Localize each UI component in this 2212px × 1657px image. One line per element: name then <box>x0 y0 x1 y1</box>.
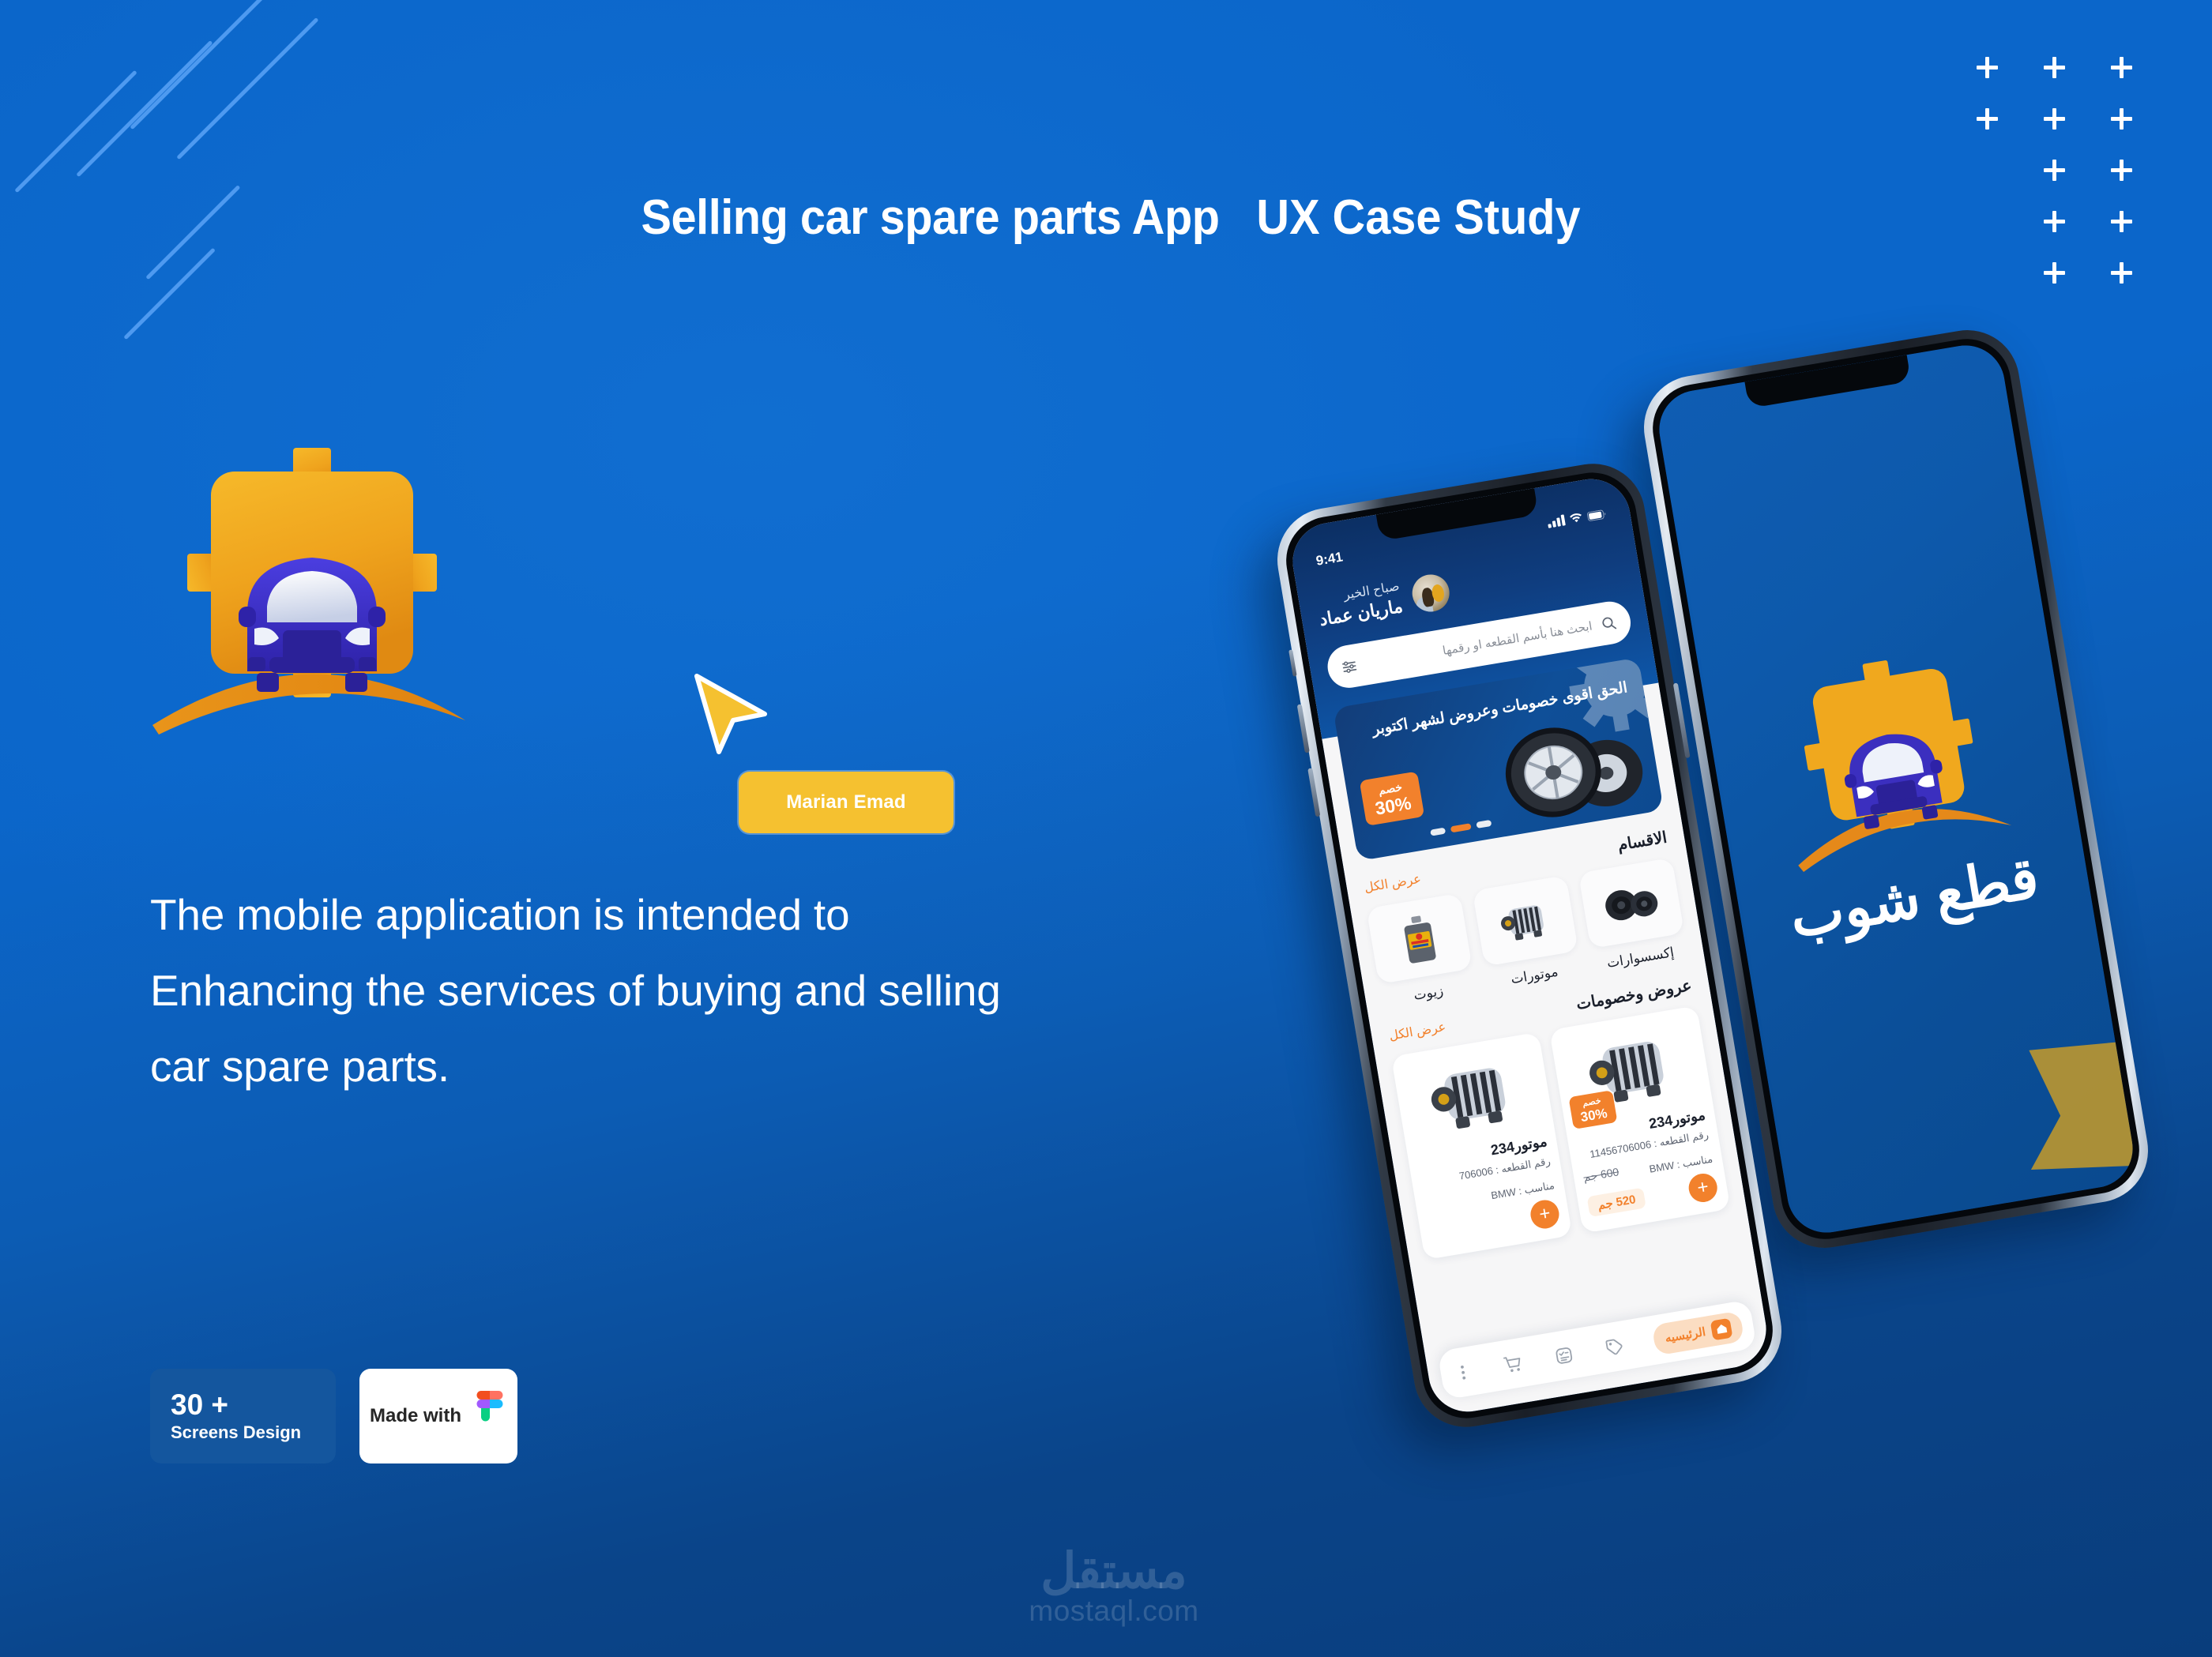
badge-row: 30 + Screens Design Made with <box>150 1369 517 1463</box>
watermark-domain: mostaql.com <box>1029 1595 1199 1627</box>
figma-logo-icon <box>476 1391 503 1422</box>
user-avatar[interactable] <box>1409 572 1452 615</box>
hero-heading: Selling car spare parts App UX Case Stud… <box>0 158 2212 246</box>
tag-icon[interactable] <box>1602 1335 1627 1359</box>
gear-car-logo-icon <box>1798 660 2012 873</box>
promo-carousel-dots[interactable] <box>1430 819 1492 836</box>
more-dots-icon[interactable] <box>1450 1360 1475 1385</box>
author-name-button[interactable]: Marian Emad <box>739 772 954 833</box>
hero-title-line1: Selling car spare parts App <box>641 190 1220 245</box>
plus-icon <box>2044 108 2065 130</box>
screens-count-label: Screens Design <box>171 1422 302 1442</box>
offers-see-all-link[interactable]: عرض الكل <box>1388 1019 1447 1044</box>
categories-see-all-link[interactable]: عرض الكل <box>1363 870 1422 896</box>
home-icon <box>1710 1317 1733 1340</box>
product-list: خصم 30% موتور234 رقم القطعه : 1145670600… <box>1390 1005 1731 1261</box>
product-new-price: 520 جم <box>1586 1187 1647 1218</box>
add-to-cart-button[interactable]: + <box>1528 1197 1562 1231</box>
cart-icon[interactable] <box>1501 1351 1525 1376</box>
category-label: زيوت <box>1413 983 1445 1003</box>
category-item-oils[interactable]: زيوت <box>1366 892 1477 1009</box>
gold-accent-shape <box>2011 1032 2139 1185</box>
phone-mockups: قطع شوب 9:41 صباح الخير ماريان عماد ابحث… <box>1270 322 2180 1611</box>
product-image <box>1401 1041 1544 1150</box>
plus-icon <box>2044 262 2065 284</box>
alternator-icon <box>1431 1068 1505 1129</box>
search-input-placeholder[interactable]: ابحث هنا بأسم القطعه او رقمها <box>1365 618 1593 671</box>
app-body: الحق اقوى خصومات وعروض لشهر اكتوبر خصم 3… <box>1317 655 1746 1263</box>
category-item-motors[interactable]: موتورات <box>1472 875 1583 991</box>
carousel-dot-active[interactable] <box>1450 823 1472 833</box>
plus-row <box>1977 57 2132 78</box>
plus-icon <box>2111 57 2132 78</box>
category-icon-box <box>1472 875 1578 967</box>
plus-icon <box>1977 57 1998 78</box>
decorative-stripe <box>123 247 216 340</box>
car-speakers-icon <box>1605 889 1658 920</box>
product-card[interactable]: خصم 30% موتور234 رقم القطعه : 1145670600… <box>1549 1005 1731 1234</box>
product-old-price: 600 جم <box>1582 1165 1620 1184</box>
cellular-signal-icon <box>1547 514 1566 528</box>
greeting-text: صباح الخير ماريان عماد <box>1315 578 1405 632</box>
category-label: إكسسوارات <box>1605 945 1676 971</box>
product-discount-value: 30% <box>1579 1105 1608 1125</box>
categories-title: الاقسام <box>1616 828 1668 855</box>
plus-icon <box>2111 262 2132 284</box>
status-bar-time: 9:41 <box>1315 549 1345 569</box>
plus-icon <box>1977 108 1998 130</box>
alternator-icon <box>1500 904 1544 940</box>
product-fits: مناسب : BMW <box>1648 1152 1714 1175</box>
plus-icon <box>2111 108 2132 130</box>
plus-row <box>1977 108 2132 130</box>
category-label: موتورات <box>1510 964 1559 987</box>
carousel-dot[interactable] <box>1430 827 1446 836</box>
made-with-figma-badge: Made with <box>359 1369 517 1463</box>
mostaql-watermark: مستقل mostaql.com <box>984 1544 1244 1628</box>
hero-title-line2: UX Case Study <box>1256 190 1581 245</box>
battery-icon <box>1586 509 1606 521</box>
category-icon-box <box>1578 857 1685 949</box>
list-check-icon[interactable] <box>1552 1343 1576 1367</box>
product-fits: مناسب : BMW <box>1490 1179 1556 1202</box>
made-with-label: Made with <box>369 1405 461 1426</box>
hero-description: The mobile application is intended to En… <box>150 890 1001 1091</box>
watermark-arabic: مستقل <box>1040 1544 1187 1599</box>
gear-car-logo-icon <box>152 448 465 735</box>
status-bar-icons <box>1547 508 1607 528</box>
promo-discount-badge: خصم 30% <box>1359 771 1425 826</box>
tires-image <box>1505 727 1643 817</box>
screens-count-badge: 30 + Screens Design <box>150 1369 336 1463</box>
tab-home-label: الرئيسيه <box>1664 1325 1707 1346</box>
search-icon <box>1602 617 1617 629</box>
plus-icon <box>2044 57 2065 78</box>
add-to-cart-button[interactable]: + <box>1686 1171 1720 1204</box>
filter-sliders-icon[interactable] <box>1341 658 1358 675</box>
oil-bottle-icon <box>1404 915 1436 963</box>
bottom-tab-bar: الرئيسيه <box>1437 1299 1758 1400</box>
category-icon-box <box>1366 892 1473 985</box>
category-item-accessories[interactable]: إكسسوارات <box>1578 857 1689 974</box>
cursor-arrow-icon <box>694 674 767 754</box>
author-name-label: Marian Emad <box>786 791 906 813</box>
plus-row <box>2044 262 2132 284</box>
carousel-dot[interactable] <box>1476 819 1492 828</box>
wifi-icon <box>1570 513 1582 523</box>
tab-home[interactable]: الرئيسيه <box>1651 1309 1745 1356</box>
product-card[interactable]: موتور234 رقم القطعه : 706006 مناسب : BMW… <box>1390 1031 1573 1261</box>
screens-count-value: 30 + <box>171 1388 229 1421</box>
